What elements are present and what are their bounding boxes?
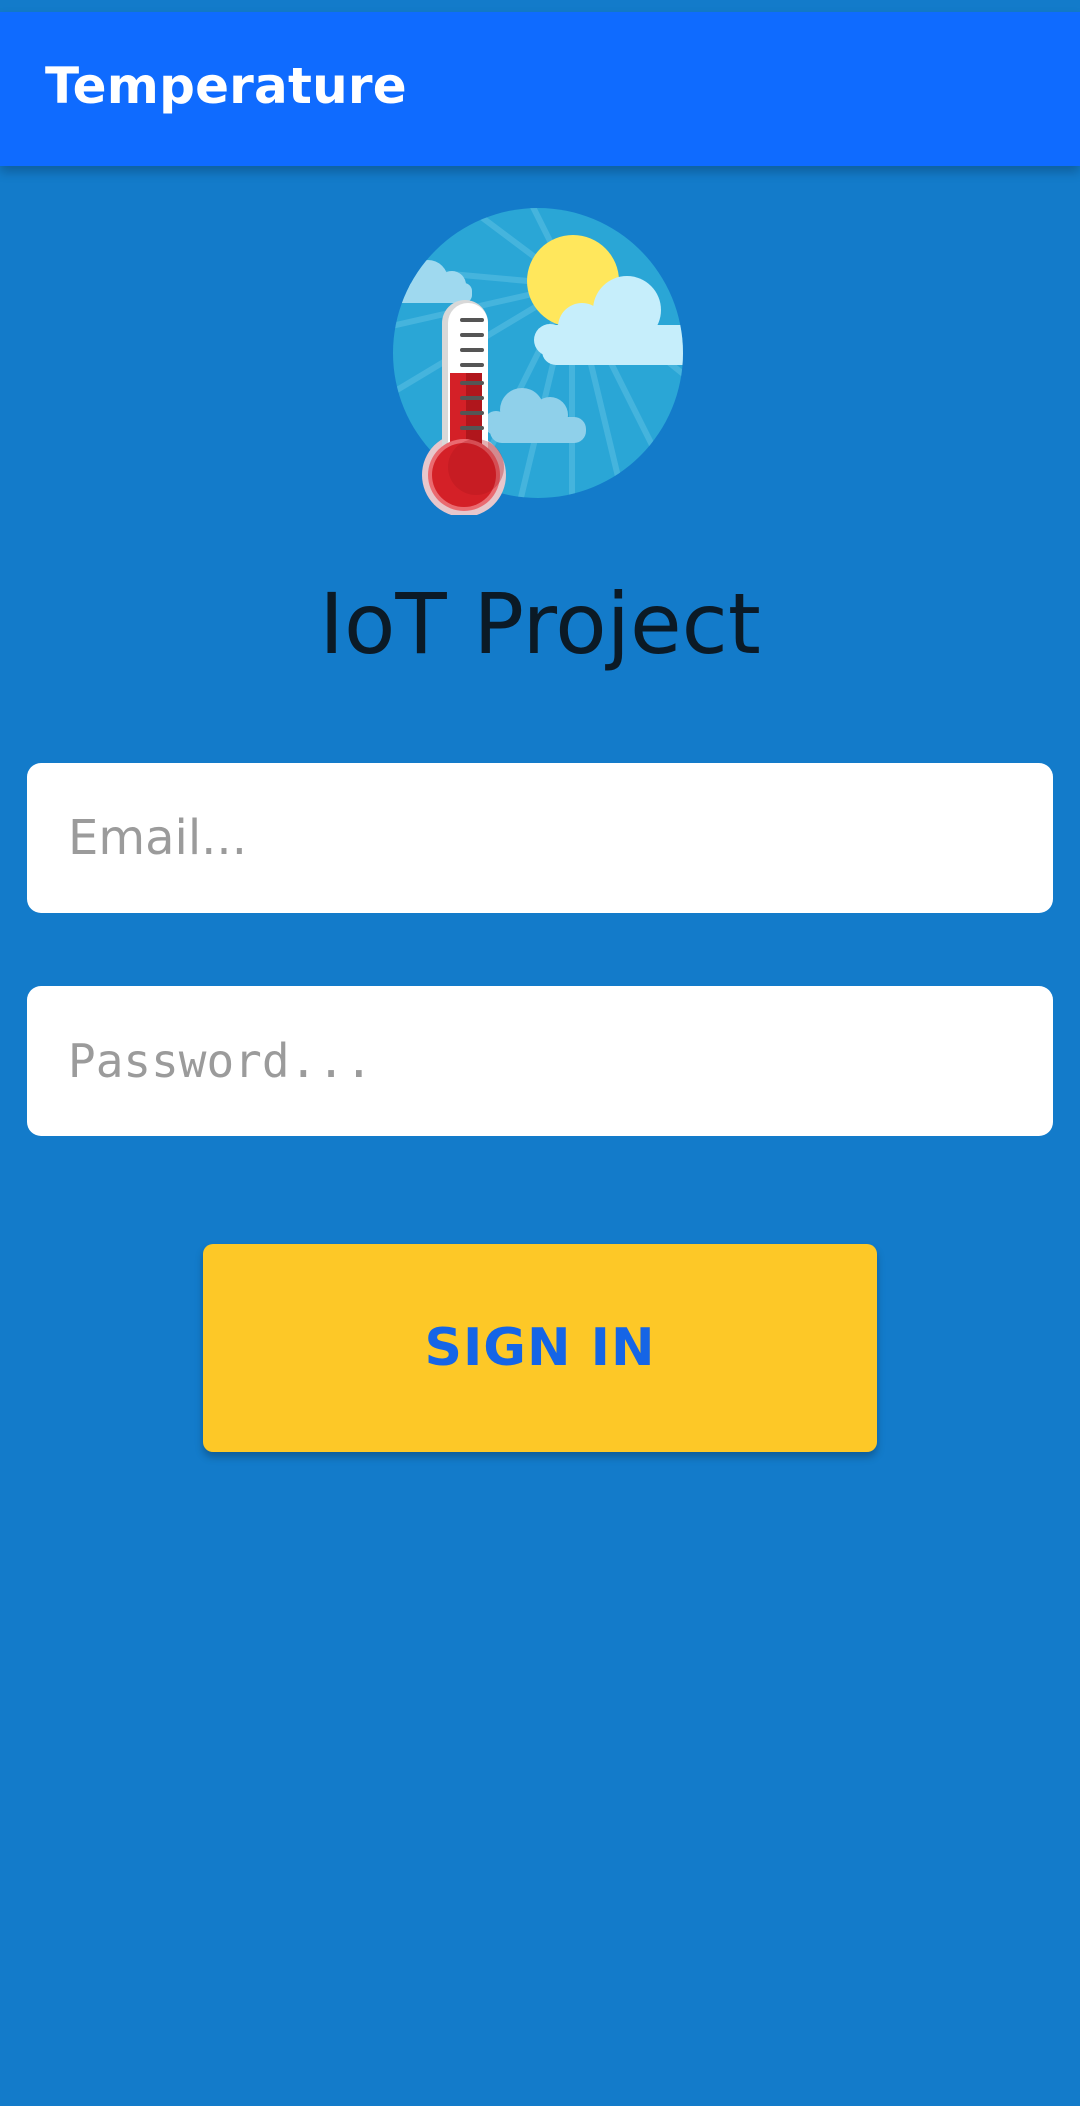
- email-field[interactable]: [27, 763, 1053, 913]
- app-bar: Temperature: [0, 12, 1080, 166]
- password-field[interactable]: [27, 986, 1053, 1136]
- password-input[interactable]: [68, 986, 1053, 1136]
- email-input[interactable]: [68, 763, 1053, 913]
- sign-in-label: SIGN IN: [424, 1318, 656, 1378]
- app-title: Temperature: [45, 57, 407, 115]
- status-bar: [0, 0, 1080, 12]
- project-title: IoT Project: [319, 575, 761, 673]
- thermometer-weather-icon: [392, 205, 692, 517]
- sign-in-button[interactable]: SIGN IN: [203, 1244, 877, 1452]
